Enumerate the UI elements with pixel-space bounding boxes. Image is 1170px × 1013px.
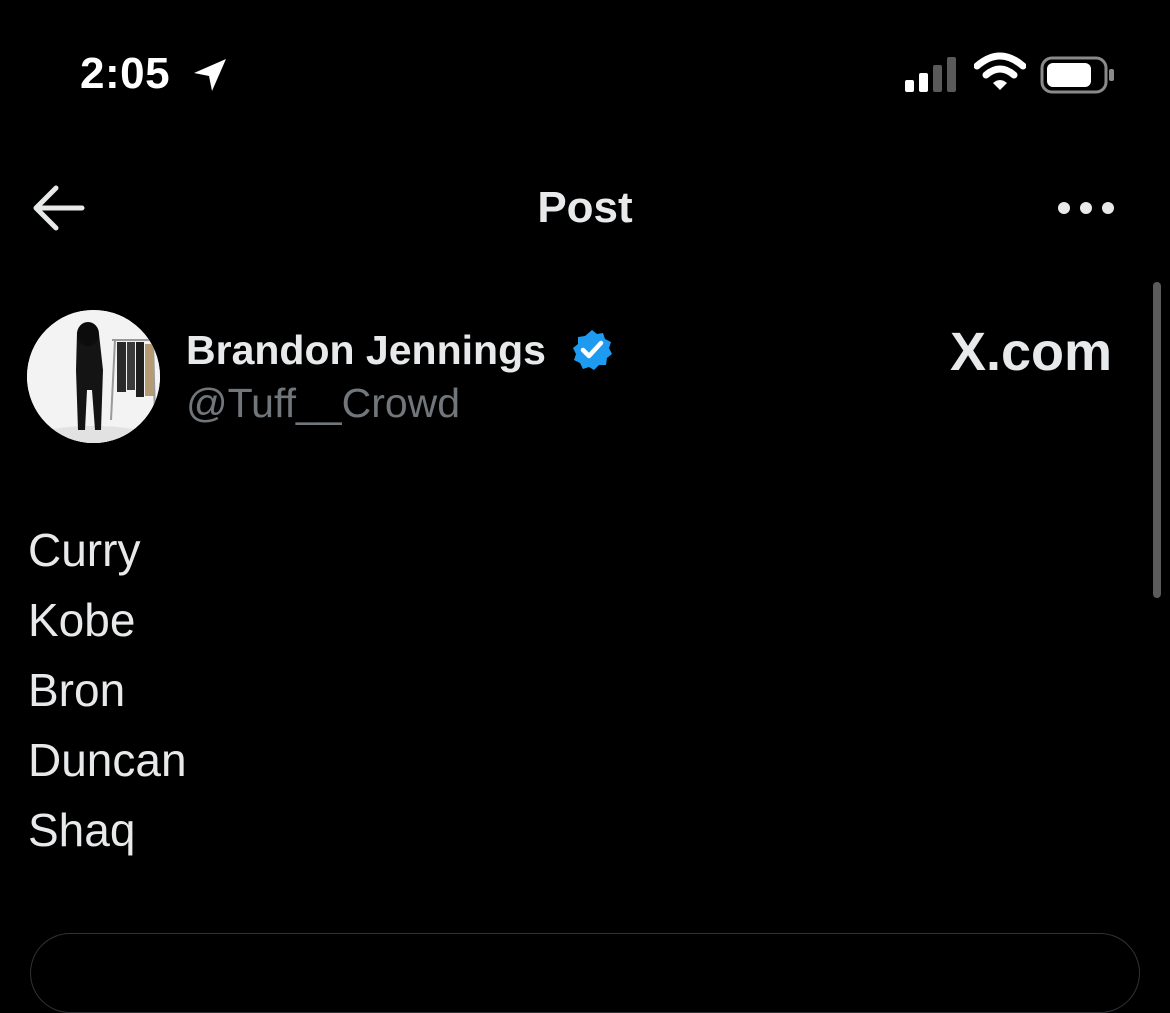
avatar[interactable] (27, 310, 160, 443)
post-line: Curry (28, 524, 141, 576)
verified-badge-icon (573, 330, 612, 370)
battery-icon (1040, 56, 1114, 94)
wifi-icon (974, 52, 1026, 90)
arrow-left-icon (33, 185, 85, 231)
post-line: Bron (28, 664, 126, 716)
back-button[interactable] (26, 180, 90, 236)
more-button[interactable] (1050, 188, 1126, 228)
author-name[interactable]: Brandon Jennings (186, 325, 546, 375)
status-time: 2:05 (80, 49, 171, 98)
post-text: Curry Kobe Bron Duncan Shaq (28, 515, 187, 865)
x-com-watermark: X.com (949, 322, 1112, 382)
location-arrow-icon (194, 59, 226, 91)
post-line: Shaq (28, 804, 136, 856)
signal-icon (905, 57, 956, 92)
page-title: Post (537, 183, 633, 232)
more-horizontal-icon (1058, 202, 1114, 214)
author-handle[interactable]: @Tuff__Crowd (186, 378, 460, 428)
embedded-card[interactable] (30, 933, 1140, 1013)
avatar-image (27, 310, 160, 443)
scrollbar-thumb[interactable] (1153, 282, 1161, 598)
post-line: Duncan (28, 734, 187, 786)
post-line: Kobe (28, 594, 136, 646)
